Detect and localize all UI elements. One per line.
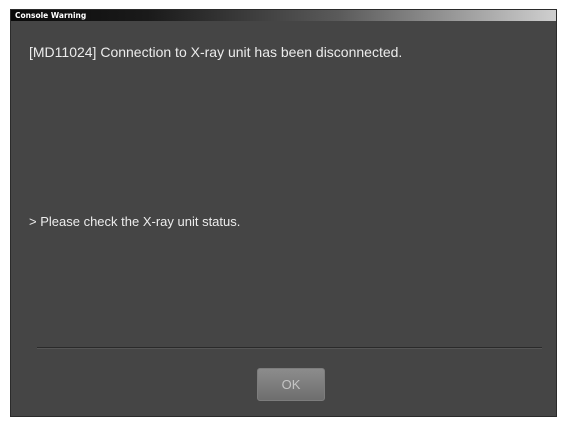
- instruction-message: > Please check the X-ray unit status.: [29, 214, 241, 229]
- dialog-title: Console Warning: [15, 11, 87, 20]
- error-message: [MD11024] Connection to X-ray unit has b…: [29, 44, 403, 60]
- ok-button[interactable]: OK: [257, 368, 325, 401]
- title-bar[interactable]: Console Warning: [11, 10, 556, 21]
- divider: [37, 347, 542, 349]
- console-warning-dialog: Console Warning [MD11024] Connection to …: [10, 9, 557, 417]
- dialog-body: [MD11024] Connection to X-ray unit has b…: [11, 21, 556, 416]
